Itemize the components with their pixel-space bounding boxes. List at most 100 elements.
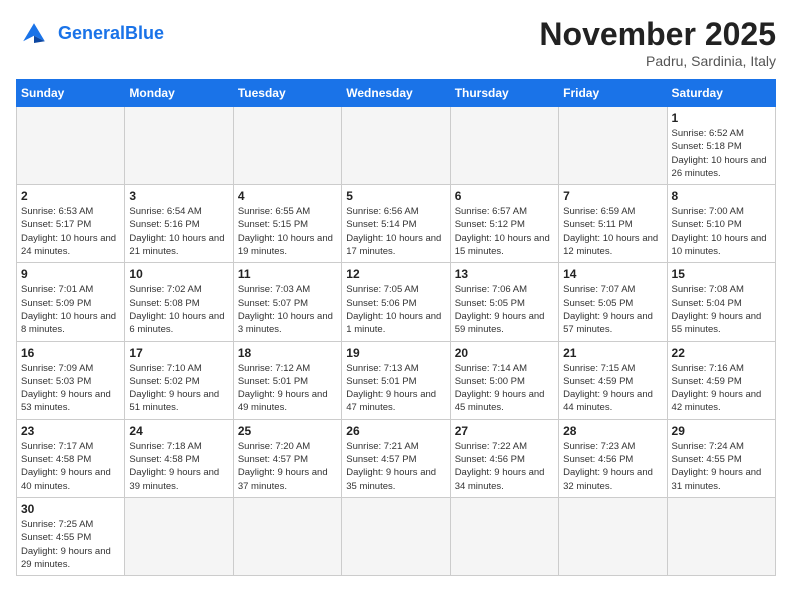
calendar-cell: 23 Sunrise: 7:17 AMSunset: 4:58 PMDayligh… <box>17 419 125 497</box>
day-number: 28 <box>563 424 662 438</box>
calendar-cell <box>667 497 775 575</box>
calendar-header-friday: Friday <box>559 80 667 107</box>
day-info: Sunrise: 7:18 AMSunset: 4:58 PMDaylight:… <box>129 440 228 493</box>
day-info: Sunrise: 7:22 AMSunset: 4:56 PMDaylight:… <box>455 440 554 493</box>
calendar-cell: 1Sunrise: 6:52 AMSunset: 5:18 PMDaylight… <box>667 107 775 185</box>
calendar-cell: 27 Sunrise: 7:22 AMSunset: 4:56 PMDayligh… <box>450 419 558 497</box>
day-info: Sunrise: 7:24 AMSunset: 4:55 PMDaylight:… <box>672 440 771 493</box>
day-info: Sunrise: 7:02 AMSunset: 5:08 PMDaylight:… <box>129 283 228 336</box>
day-info: Sunrise: 7:12 AMSunset: 5:01 PMDaylight:… <box>238 362 337 415</box>
calendar-cell: 25Sunrise: 7:20 AMSunset: 4:57 PMDayligh… <box>233 419 341 497</box>
title-block: November 2025 Padru, Sardinia, Italy <box>539 16 776 69</box>
calendar-week-6: 30 Sunrise: 7:25 AMSunset: 4:55 PMDayligh… <box>17 497 776 575</box>
logo-text: GeneralBlue <box>58 24 164 44</box>
day-number: 17 <box>129 346 228 360</box>
calendar-cell: 29 Sunrise: 7:24 AMSunset: 4:55 PMDayligh… <box>667 419 775 497</box>
day-info: Sunrise: 6:52 AMSunset: 5:18 PMDaylight:… <box>672 127 771 180</box>
day-number: 29 <box>672 424 771 438</box>
logo-general: General <box>58 23 125 43</box>
calendar-cell <box>559 497 667 575</box>
day-info: Sunrise: 7:23 AMSunset: 4:56 PMDaylight:… <box>563 440 662 493</box>
calendar-week-3: 9Sunrise: 7:01 AMSunset: 5:09 PMDaylight… <box>17 263 776 341</box>
calendar-week-4: 16 Sunrise: 7:09 AMSunset: 5:03 PMDayligh… <box>17 341 776 419</box>
calendar-cell: 3Sunrise: 6:54 AMSunset: 5:16 PMDaylight… <box>125 185 233 263</box>
day-number: 15 <box>672 267 771 281</box>
day-number: 7 <box>563 189 662 203</box>
calendar-cell: 11Sunrise: 7:03 AMSunset: 5:07 PMDayligh… <box>233 263 341 341</box>
day-number: 16 <box>21 346 120 360</box>
day-info: Sunrise: 6:55 AMSunset: 5:15 PMDaylight:… <box>238 205 337 258</box>
calendar-cell: 14 Sunrise: 7:07 AMSunset: 5:05 PMDayligh… <box>559 263 667 341</box>
logo: GeneralBlue <box>16 16 164 52</box>
calendar-cell: 13Sunrise: 7:06 AMSunset: 5:05 PMDayligh… <box>450 263 558 341</box>
calendar-cell: 28 Sunrise: 7:23 AMSunset: 4:56 PMDayligh… <box>559 419 667 497</box>
calendar-cell: 17 Sunrise: 7:10 AMSunset: 5:02 PMDayligh… <box>125 341 233 419</box>
calendar-header-thursday: Thursday <box>450 80 558 107</box>
day-info: Sunrise: 7:00 AMSunset: 5:10 PMDaylight:… <box>672 205 771 258</box>
calendar-cell <box>125 497 233 575</box>
day-info: Sunrise: 7:05 AMSunset: 5:06 PMDaylight:… <box>346 283 445 336</box>
day-number: 14 <box>563 267 662 281</box>
calendar-cell <box>125 107 233 185</box>
day-number: 13 <box>455 267 554 281</box>
calendar-cell: 26Sunrise: 7:21 AMSunset: 4:57 PMDayligh… <box>342 419 450 497</box>
calendar-cell: 19 Sunrise: 7:13 AMSunset: 5:01 PMDayligh… <box>342 341 450 419</box>
calendar-cell <box>233 107 341 185</box>
calendar-cell: 15 Sunrise: 7:08 AMSunset: 5:04 PMDayligh… <box>667 263 775 341</box>
calendar-header-wednesday: Wednesday <box>342 80 450 107</box>
calendar-header-tuesday: Tuesday <box>233 80 341 107</box>
day-info: Sunrise: 7:09 AMSunset: 5:03 PMDaylight:… <box>21 362 120 415</box>
day-number: 23 <box>21 424 120 438</box>
day-info: Sunrise: 7:10 AMSunset: 5:02 PMDaylight:… <box>129 362 228 415</box>
page-header: GeneralBlue November 2025 Padru, Sardini… <box>16 16 776 69</box>
calendar-cell: 20 Sunrise: 7:14 AMSunset: 5:00 PMDayligh… <box>450 341 558 419</box>
day-number: 21 <box>563 346 662 360</box>
day-number: 30 <box>21 502 120 516</box>
logo-blue: Blue <box>125 23 164 43</box>
calendar-cell: 8 Sunrise: 7:00 AMSunset: 5:10 PMDaylight… <box>667 185 775 263</box>
day-number: 19 <box>346 346 445 360</box>
calendar-header-saturday: Saturday <box>667 80 775 107</box>
calendar-cell: 22Sunrise: 7:16 AMSunset: 4:59 PMDayligh… <box>667 341 775 419</box>
day-number: 26 <box>346 424 445 438</box>
day-number: 12 <box>346 267 445 281</box>
calendar-cell <box>17 107 125 185</box>
calendar-cell <box>233 497 341 575</box>
calendar-cell: 10Sunrise: 7:02 AMSunset: 5:08 PMDayligh… <box>125 263 233 341</box>
day-info: Sunrise: 6:54 AMSunset: 5:16 PMDaylight:… <box>129 205 228 258</box>
calendar-cell: 7Sunrise: 6:59 AMSunset: 5:11 PMDaylight… <box>559 185 667 263</box>
calendar-cell: 2Sunrise: 6:53 AMSunset: 5:17 PMDaylight… <box>17 185 125 263</box>
calendar-cell: 21Sunrise: 7:15 AMSunset: 4:59 PMDayligh… <box>559 341 667 419</box>
day-number: 5 <box>346 189 445 203</box>
location-subtitle: Padru, Sardinia, Italy <box>539 53 776 69</box>
day-number: 27 <box>455 424 554 438</box>
day-info: Sunrise: 7:08 AMSunset: 5:04 PMDaylight:… <box>672 283 771 336</box>
calendar-cell: 24 Sunrise: 7:18 AMSunset: 4:58 PMDayligh… <box>125 419 233 497</box>
day-info: Sunrise: 7:13 AMSunset: 5:01 PMDaylight:… <box>346 362 445 415</box>
day-info: Sunrise: 6:56 AMSunset: 5:14 PMDaylight:… <box>346 205 445 258</box>
calendar-cell <box>450 497 558 575</box>
calendar-cell <box>342 107 450 185</box>
logo-icon <box>16 16 52 52</box>
day-info: Sunrise: 6:57 AMSunset: 5:12 PMDaylight:… <box>455 205 554 258</box>
day-number: 22 <box>672 346 771 360</box>
calendar-cell: 4 Sunrise: 6:55 AMSunset: 5:15 PMDaylight… <box>233 185 341 263</box>
calendar-cell: 18 Sunrise: 7:12 AMSunset: 5:01 PMDayligh… <box>233 341 341 419</box>
day-number: 25 <box>238 424 337 438</box>
calendar-cell: 5 Sunrise: 6:56 AMSunset: 5:14 PMDaylight… <box>342 185 450 263</box>
calendar-cell: 16 Sunrise: 7:09 AMSunset: 5:03 PMDayligh… <box>17 341 125 419</box>
day-info: Sunrise: 7:07 AMSunset: 5:05 PMDaylight:… <box>563 283 662 336</box>
day-number: 4 <box>238 189 337 203</box>
day-number: 18 <box>238 346 337 360</box>
calendar-cell <box>559 107 667 185</box>
day-info: Sunrise: 7:14 AMSunset: 5:00 PMDaylight:… <box>455 362 554 415</box>
day-number: 20 <box>455 346 554 360</box>
calendar-week-5: 23 Sunrise: 7:17 AMSunset: 4:58 PMDayligh… <box>17 419 776 497</box>
day-info: Sunrise: 7:17 AMSunset: 4:58 PMDaylight:… <box>21 440 120 493</box>
day-number: 24 <box>129 424 228 438</box>
day-number: 11 <box>238 267 337 281</box>
day-number: 8 <box>672 189 771 203</box>
day-number: 6 <box>455 189 554 203</box>
month-title: November 2025 <box>539 16 776 53</box>
day-info: Sunrise: 7:25 AMSunset: 4:55 PMDaylight:… <box>21 518 120 571</box>
